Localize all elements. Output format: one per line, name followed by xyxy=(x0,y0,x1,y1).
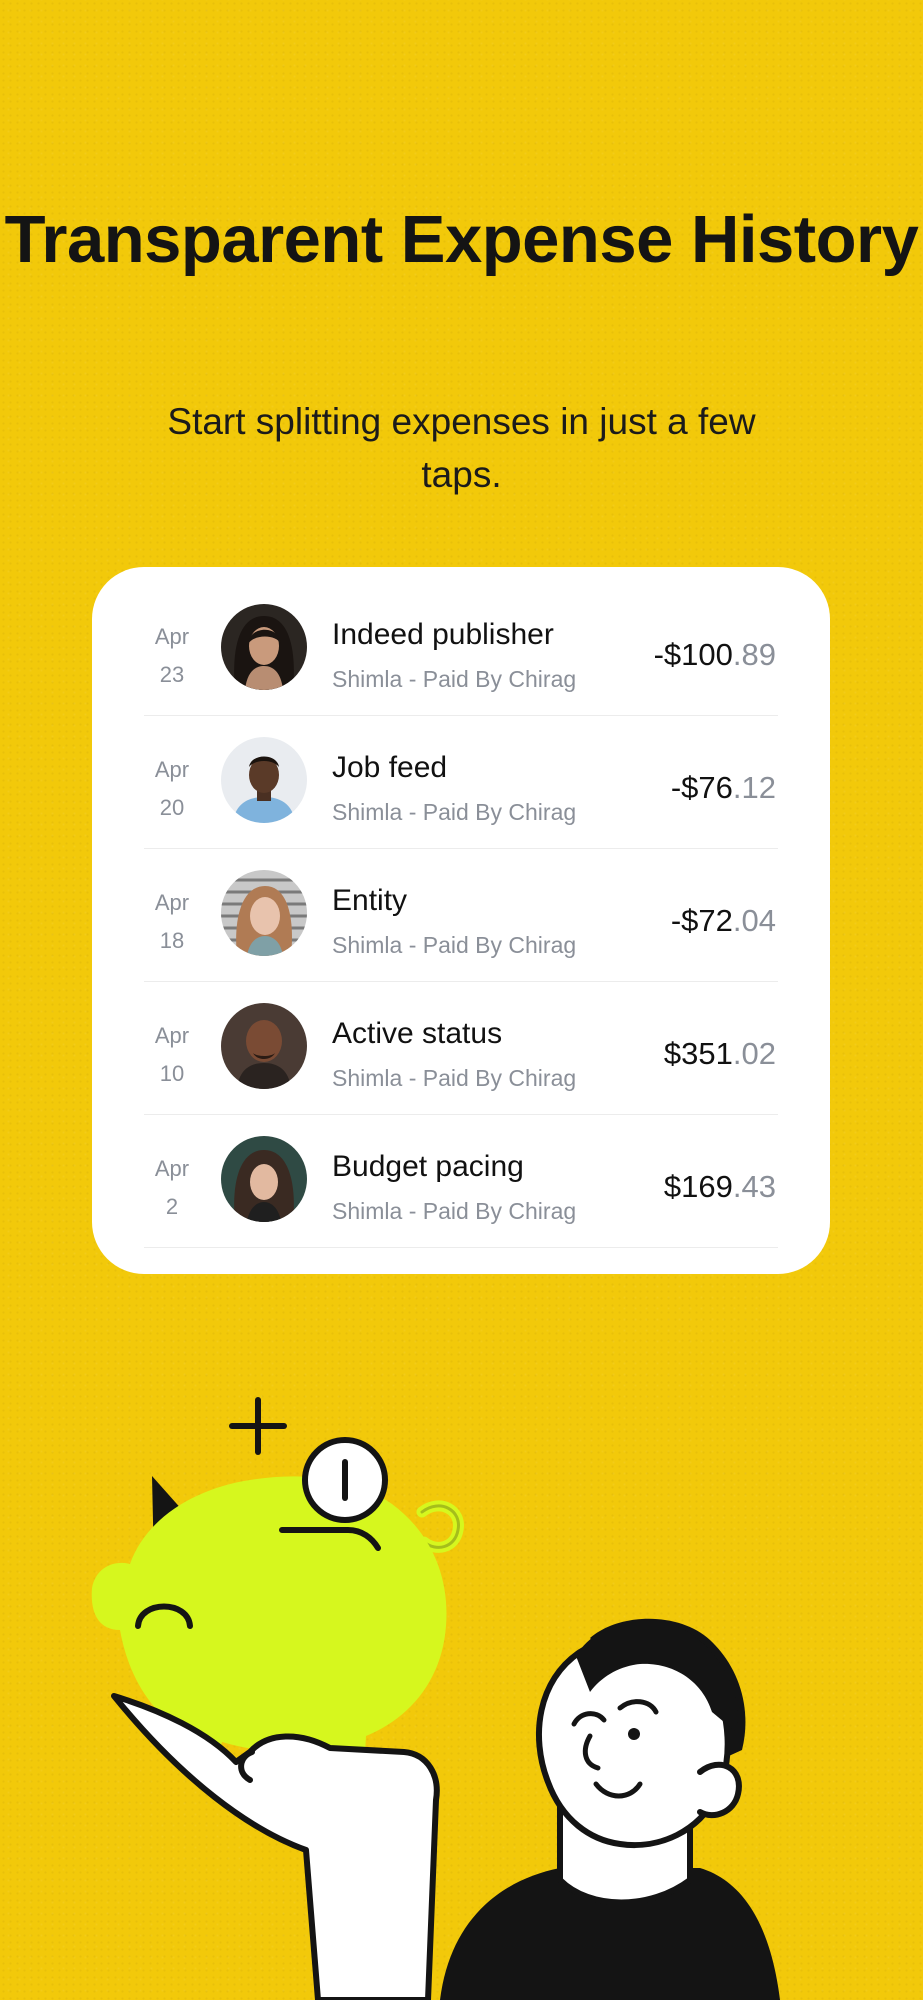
avatar xyxy=(221,737,307,823)
expense-date: Apr 20 xyxy=(144,751,200,827)
expense-title: Budget pacing xyxy=(332,1150,524,1183)
expense-row[interactable]: Apr 18 Entity Shimla - Paid By Chirag -$… xyxy=(144,848,778,982)
page-title-text: Transparent Expense History xyxy=(4,202,919,277)
expense-title: Indeed publisher xyxy=(332,618,554,651)
page-subtitle: Start splitting expenses in just a few t… xyxy=(167,401,756,495)
expense-month: Apr xyxy=(154,1156,190,1181)
expense-amount-cents: .89 xyxy=(732,637,776,672)
expense-amount-cents: .12 xyxy=(732,770,776,805)
expense-history-card: Apr 23 Indeed publisher Shimla - Paid By… xyxy=(92,567,830,1274)
expense-subtitle: Shimla - Paid By Chirag xyxy=(332,1065,577,1091)
piggy-bank-illustration xyxy=(91,1397,780,2000)
expense-month: Apr xyxy=(154,624,190,649)
expense-day: 18 xyxy=(159,928,185,953)
page-title: Transparent Expense History xyxy=(0,198,923,282)
expense-row[interactable]: Apr 10 Active status Shimla - Paid By Ch… xyxy=(144,981,778,1115)
expense-title: Active status xyxy=(332,1017,503,1050)
expense-date: Apr 23 xyxy=(144,618,200,694)
expense-row[interactable]: Apr 23 Indeed publisher Shimla - Paid By… xyxy=(144,582,778,716)
expense-day: 2 xyxy=(165,1194,179,1219)
expense-title: Job feed xyxy=(332,751,448,784)
avatar xyxy=(221,1136,307,1222)
expense-amount-whole: -$100 xyxy=(653,637,733,672)
expense-amount-whole: $169 xyxy=(663,1169,733,1204)
expense-title: Entity xyxy=(332,884,408,917)
expense-row[interactable]: Apr 2 Budget pacing Shimla - Paid By Chi… xyxy=(144,1114,778,1248)
expense-date: Apr 2 xyxy=(144,1150,200,1226)
expense-day: 23 xyxy=(159,662,185,687)
plus-icon xyxy=(229,1397,287,1455)
expense-amount-cents: .04 xyxy=(732,903,776,938)
expense-amount-whole: -$76 xyxy=(670,770,733,805)
expense-amount: $169.43 xyxy=(664,1169,776,1205)
expense-row[interactable]: Apr 20 Job feed Shimla - Paid By Chirag … xyxy=(144,715,778,849)
expense-day: 10 xyxy=(159,1061,185,1086)
expense-month: Apr xyxy=(154,757,190,782)
expense-amount: -$76.12 xyxy=(671,770,776,806)
avatar xyxy=(221,1003,307,1089)
expense-day: 20 xyxy=(159,795,185,820)
expense-month: Apr xyxy=(154,890,190,915)
avatar xyxy=(221,604,307,690)
expense-date: Apr 18 xyxy=(144,884,200,960)
expense-amount: -$72.04 xyxy=(671,903,776,939)
expense-amount-whole: -$72 xyxy=(670,903,733,938)
expense-amount-cents: .43 xyxy=(732,1169,776,1204)
expense-amount: $351.02 xyxy=(664,1036,776,1072)
expense-subtitle: Shimla - Paid By Chirag xyxy=(332,666,577,692)
expense-amount-cents: .02 xyxy=(732,1036,776,1071)
expense-subtitle: Shimla - Paid By Chirag xyxy=(332,932,577,958)
expense-amount: -$100.89 xyxy=(654,637,776,673)
avatar xyxy=(221,870,307,956)
expense-date: Apr 10 xyxy=(144,1017,200,1093)
hand xyxy=(111,1693,440,2000)
expense-subtitle: Shimla - Paid By Chirag xyxy=(332,1198,577,1224)
expense-amount-whole: $351 xyxy=(663,1036,733,1071)
expense-month: Apr xyxy=(154,1023,190,1048)
expense-subtitle: Shimla - Paid By Chirag xyxy=(332,799,577,825)
